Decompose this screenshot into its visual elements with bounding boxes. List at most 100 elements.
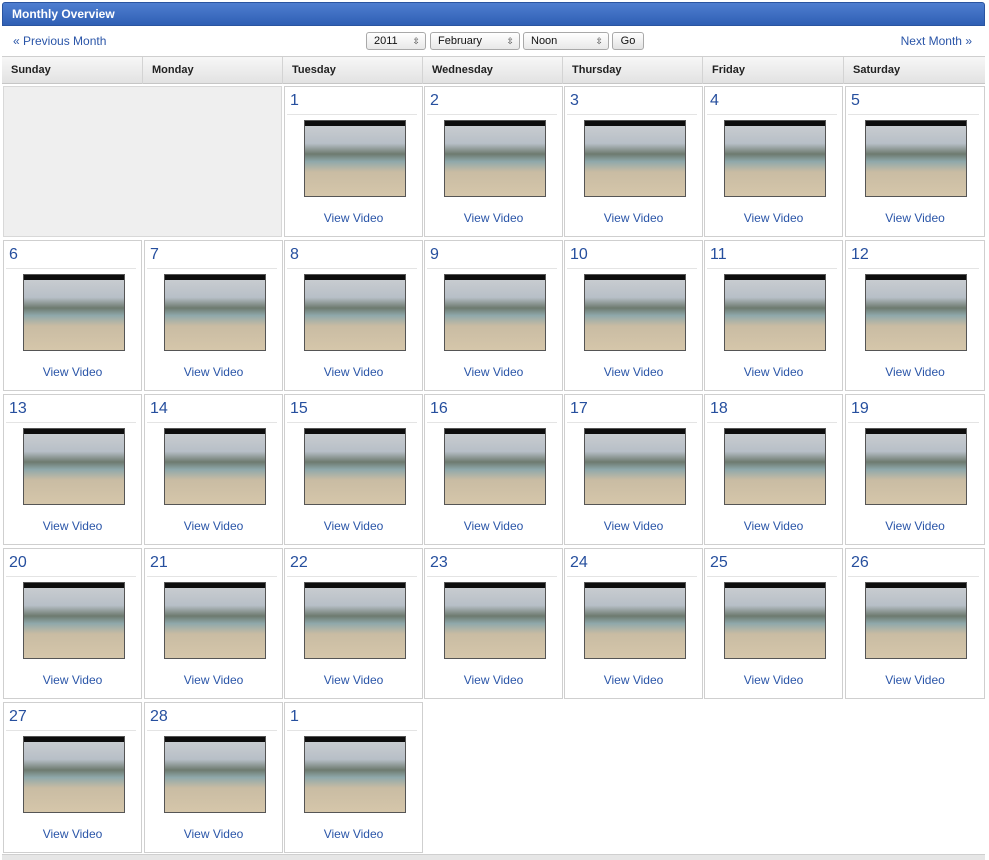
view-video-link[interactable]: View Video [565,365,702,379]
select-arrows-icon: ⇳ [506,36,514,46]
go-button[interactable]: Go [612,32,644,50]
day-cell: 15 View Video [284,394,423,545]
day-number: 17 [570,400,588,417]
view-video-link[interactable]: View Video [846,673,984,687]
year-select-value: 2011 [374,35,398,47]
webcam-thumbnail[interactable] [724,582,826,659]
view-video-link[interactable]: View Video [705,365,842,379]
day-cell: 7 View Video [144,240,283,391]
day-cell: 17 View Video [564,394,703,545]
day-cell: 8 View Video [284,240,423,391]
webcam-thumbnail[interactable] [444,120,546,197]
view-video-link[interactable]: View Video [145,365,282,379]
time-select[interactable]: Noon ⇳ [523,32,609,50]
day-number-divider [427,576,557,577]
webcam-thumbnail[interactable] [724,120,826,197]
day-number: 12 [851,246,869,263]
view-video-link[interactable]: View Video [565,211,702,225]
webcam-thumbnail[interactable] [584,582,686,659]
month-select[interactable]: February ⇳ [430,32,520,50]
weekday-wednesday: Wednesday [423,57,563,84]
view-video-link[interactable]: View Video [285,827,422,841]
view-video-link[interactable]: View Video [846,211,984,225]
view-video-link[interactable]: View Video [145,519,282,533]
webcam-thumbnail[interactable] [164,428,266,505]
next-month-link[interactable]: Next Month » [901,34,972,48]
view-video-link[interactable]: View Video [846,365,984,379]
webcam-thumbnail[interactable] [724,428,826,505]
view-video-link[interactable]: View Video [425,211,562,225]
day-number-divider [287,422,417,423]
day-number: 15 [290,400,308,417]
day-number: 3 [570,92,579,109]
view-video-link[interactable]: View Video [705,211,842,225]
view-video-link[interactable]: View Video [145,827,282,841]
webcam-thumbnail[interactable] [164,736,266,813]
day-number: 24 [570,554,588,571]
view-video-link[interactable]: View Video [285,211,422,225]
webcam-thumbnail[interactable] [865,120,967,197]
webcam-thumbnail[interactable] [865,274,967,351]
webcam-thumbnail[interactable] [304,274,406,351]
view-video-link[interactable]: View Video [4,519,141,533]
view-video-link[interactable]: View Video [565,519,702,533]
day-cell: 23 View Video [424,548,563,699]
day-cell: 26 View Video [845,548,985,699]
footer-bar [2,854,985,860]
view-video-link[interactable]: View Video [425,365,562,379]
view-video-link[interactable]: View Video [705,673,842,687]
day-cell: 3 View Video [564,86,703,237]
day-cell: 11 View Video [704,240,843,391]
webcam-thumbnail[interactable] [584,428,686,505]
webcam-thumbnail[interactable] [23,428,125,505]
day-number-divider [427,422,557,423]
webcam-thumbnail[interactable] [304,120,406,197]
day-number-divider [147,576,277,577]
view-video-link[interactable]: View Video [425,519,562,533]
view-video-link[interactable]: View Video [4,827,141,841]
webcam-thumbnail[interactable] [444,274,546,351]
empty-days-placeholder [3,86,282,237]
view-video-link[interactable]: View Video [565,673,702,687]
view-video-link[interactable]: View Video [846,519,984,533]
day-number-divider [6,730,136,731]
webcam-thumbnail[interactable] [865,428,967,505]
webcam-thumbnail[interactable] [164,582,266,659]
day-number-divider [427,114,557,115]
view-video-link[interactable]: View Video [4,673,141,687]
day-number: 6 [9,246,18,263]
webcam-thumbnail[interactable] [304,428,406,505]
day-number: 8 [290,246,299,263]
day-cell: 6 View Video [3,240,142,391]
webcam-thumbnail[interactable] [444,582,546,659]
webcam-thumbnail[interactable] [23,274,125,351]
view-video-link[interactable]: View Video [285,673,422,687]
previous-month-link[interactable]: « Previous Month [13,34,106,48]
day-cell: 14 View Video [144,394,283,545]
day-number-divider [287,730,417,731]
month-navigation: « Previous Month 2011 ⇳ February ⇳ Noon … [2,27,985,55]
day-cell: 1 View Video [284,86,423,237]
webcam-thumbnail[interactable] [584,120,686,197]
webcam-thumbnail[interactable] [865,582,967,659]
day-number-divider [147,268,277,269]
webcam-thumbnail[interactable] [584,274,686,351]
view-video-link[interactable]: View Video [4,365,141,379]
day-number-divider [147,730,277,731]
view-video-link[interactable]: View Video [145,673,282,687]
day-number: 14 [150,400,168,417]
day-cell: 28 View Video [144,702,283,853]
view-video-link[interactable]: View Video [285,365,422,379]
view-video-link[interactable]: View Video [285,519,422,533]
webcam-thumbnail[interactable] [724,274,826,351]
view-video-link[interactable]: View Video [705,519,842,533]
day-number: 13 [9,400,27,417]
webcam-thumbnail[interactable] [444,428,546,505]
webcam-thumbnail[interactable] [23,736,125,813]
webcam-thumbnail[interactable] [304,736,406,813]
webcam-thumbnail[interactable] [23,582,125,659]
webcam-thumbnail[interactable] [304,582,406,659]
webcam-thumbnail[interactable] [164,274,266,351]
view-video-link[interactable]: View Video [425,673,562,687]
year-select[interactable]: 2011 ⇳ [366,32,426,50]
